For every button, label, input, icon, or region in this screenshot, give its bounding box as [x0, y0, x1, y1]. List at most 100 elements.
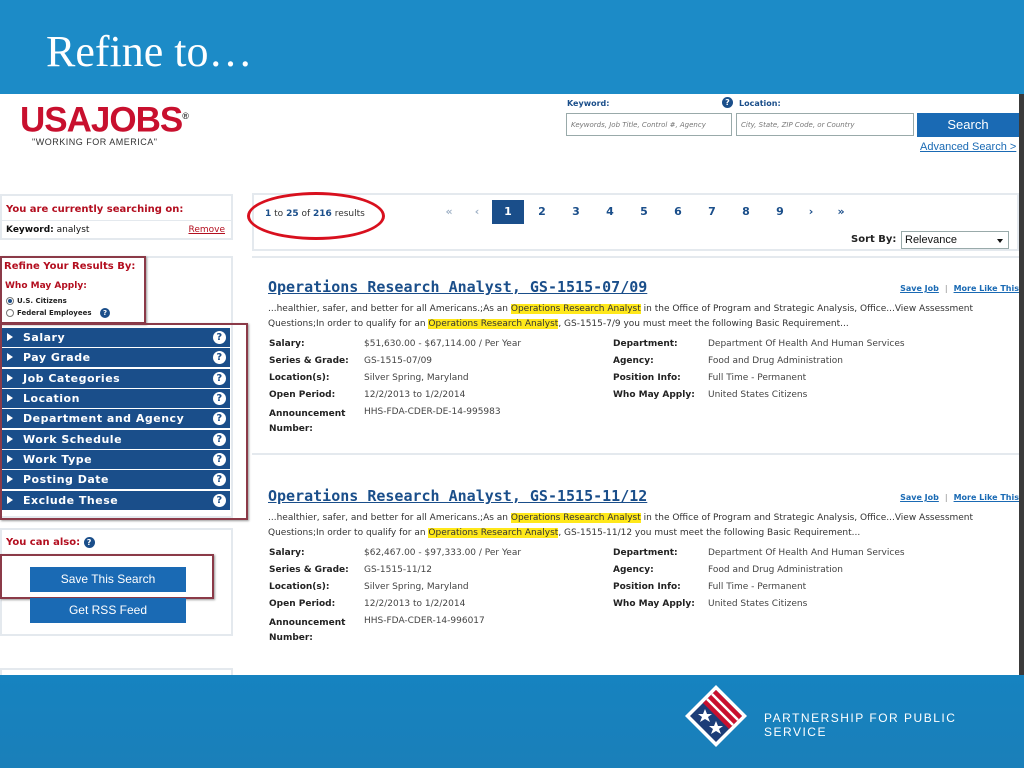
- job-title-link[interactable]: Operations Research Analyst, GS-1515-11/…: [268, 487, 647, 505]
- series-value: GS-1515-11/12: [364, 565, 433, 575]
- who-may-apply-heading: Who May Apply:: [5, 281, 87, 291]
- who-may-apply-options: U.S. Citizens Federal Employees ?: [6, 295, 110, 319]
- who-may-apply-value: United States Citizens: [708, 390, 808, 400]
- radio-icon[interactable]: [6, 309, 14, 317]
- announcement-label: Announcement Number:: [269, 409, 346, 434]
- expand-arrow-icon: [7, 435, 13, 443]
- page-6-button[interactable]: 6: [662, 200, 694, 224]
- facet-posting-date[interactable]: Posting Date?: [2, 470, 230, 489]
- sort-select[interactable]: Relevance: [901, 231, 1009, 249]
- agency-label: Agency:: [613, 565, 654, 575]
- location-label: Location:: [739, 99, 781, 108]
- location-label: Location(s):: [269, 373, 330, 383]
- search-button[interactable]: Search: [917, 113, 1019, 137]
- sort-label: Sort By:: [851, 234, 897, 245]
- series-value: GS-1515-07/09: [364, 356, 433, 366]
- open-period-value: 12/2/2013 to 1/2/2014: [364, 599, 466, 609]
- remove-keyword-link[interactable]: Remove: [188, 225, 225, 235]
- save-job-link[interactable]: Save Job: [900, 284, 939, 293]
- last-page-button[interactable]: »: [825, 200, 857, 224]
- sidebar-next-panel: [0, 668, 233, 675]
- page-7-button[interactable]: 7: [696, 200, 728, 224]
- job-result-card: Operations Research Analyst, GS-1515-07/…: [252, 256, 1019, 452]
- expand-arrow-icon: [7, 496, 13, 504]
- agency-value: Food and Drug Administration: [708, 356, 843, 366]
- page-1-button[interactable]: 1: [492, 200, 524, 224]
- series-label: Series & Grade:: [269, 356, 349, 366]
- save-job-link[interactable]: Save Job: [900, 493, 939, 502]
- open-period-label: Open Period:: [269, 599, 336, 609]
- help-icon[interactable]: ?: [213, 372, 226, 385]
- agency-value: Food and Drug Administration: [708, 565, 843, 575]
- help-icon[interactable]: ?: [213, 351, 226, 364]
- help-icon[interactable]: ?: [213, 392, 226, 405]
- announcement-label: Announcement Number:: [269, 618, 346, 643]
- facet-salary[interactable]: Salary?: [2, 328, 230, 347]
- page-9-button[interactable]: 9: [764, 200, 796, 224]
- keyword-input[interactable]: Keywords, Job Title, Control #, Agency: [566, 113, 732, 136]
- facet-department-agency[interactable]: Department and Agency?: [2, 409, 230, 428]
- next-page-button[interactable]: ›: [795, 200, 827, 224]
- prev-page-button[interactable]: ‹: [461, 200, 493, 224]
- current-keyword: Keyword: analyst: [6, 225, 90, 235]
- advanced-search-link[interactable]: Advanced Search >: [920, 141, 1016, 153]
- help-icon[interactable]: ?: [213, 473, 226, 486]
- job-result-card: Operations Research Analyst, GS-1515-11/…: [252, 453, 1019, 663]
- salary-value: $62,467.00 - $97,333.00 / Per Year: [364, 548, 522, 558]
- help-icon[interactable]: ?: [213, 494, 226, 507]
- expand-arrow-icon: [7, 414, 13, 422]
- facet-location[interactable]: Location?: [2, 389, 230, 408]
- position-info-label: Position Info:: [613, 373, 681, 383]
- pps-star-logo: [685, 685, 747, 747]
- expand-arrow-icon: [7, 374, 13, 382]
- help-icon[interactable]: ?: [213, 331, 226, 344]
- salary-label: Salary:: [269, 339, 305, 349]
- announcement-value: HHS-FDA-CDER-DE-14-995983: [364, 407, 501, 417]
- department-value: Department Of Health And Human Services: [708, 548, 905, 558]
- page-2-button[interactable]: 2: [526, 200, 558, 224]
- logo-wordmark: USAJOBS: [20, 100, 183, 140]
- expand-arrow-icon: [7, 394, 13, 402]
- help-icon[interactable]: ?: [83, 537, 95, 548]
- facet-pay-grade[interactable]: Pay Grade?: [2, 348, 230, 367]
- job-snippet: ...healthier, safer, and better for all …: [268, 304, 974, 329]
- who-may-apply-label: Who May Apply:: [613, 599, 695, 609]
- who-may-apply-value: United States Citizens: [708, 599, 808, 609]
- more-like-this-link[interactable]: More Like This: [954, 284, 1019, 293]
- usajobs-logo[interactable]: USAJOBS® "WORKING FOR AMERICA": [20, 100, 189, 147]
- page-8-button[interactable]: 8: [730, 200, 762, 224]
- department-value: Department Of Health And Human Services: [708, 339, 905, 349]
- option-us-citizens[interactable]: U.S. Citizens: [6, 295, 110, 307]
- slide-title: Refine to…: [46, 27, 253, 76]
- job-title-link[interactable]: Operations Research Analyst, GS-1515-07/…: [268, 278, 647, 296]
- option-federal-employees[interactable]: Federal Employees ?: [6, 307, 110, 319]
- dropdown-caret-icon: [997, 239, 1003, 243]
- facet-work-type[interactable]: Work Type?: [2, 450, 230, 469]
- help-icon[interactable]: ?: [99, 308, 110, 318]
- save-search-button[interactable]: Save This Search: [30, 567, 186, 592]
- facet-work-schedule[interactable]: Work Schedule?: [2, 430, 230, 449]
- help-icon[interactable]: ?: [213, 412, 226, 425]
- location-value: Silver Spring, Maryland: [364, 373, 469, 383]
- screenshot-edge: [1019, 94, 1024, 675]
- help-icon[interactable]: ?: [213, 453, 226, 466]
- rss-feed-button[interactable]: Get RSS Feed: [30, 598, 186, 623]
- facet-exclude-these[interactable]: Exclude These?: [2, 491, 230, 510]
- page-5-button[interactable]: 5: [628, 200, 660, 224]
- more-like-this-link[interactable]: More Like This: [954, 493, 1019, 502]
- department-label: Department:: [613, 548, 678, 558]
- facet-job-categories[interactable]: Job Categories?: [2, 369, 230, 388]
- location-value: Silver Spring, Maryland: [364, 582, 469, 592]
- location-label: Location(s):: [269, 582, 330, 592]
- job-snippet: ...healthier, safer, and better for all …: [268, 513, 974, 538]
- refine-heading: Refine Your Results By:: [4, 261, 136, 272]
- help-icon[interactable]: ?: [722, 97, 733, 108]
- page-3-button[interactable]: 3: [560, 200, 592, 224]
- announcement-value: HHS-FDA-CDER-14-996017: [364, 616, 485, 626]
- page-4-button[interactable]: 4: [594, 200, 626, 224]
- location-input[interactable]: City, State, ZIP Code, or Country: [736, 113, 914, 136]
- open-period-value: 12/2/2013 to 1/2/2014: [364, 390, 466, 400]
- help-icon[interactable]: ?: [213, 433, 226, 446]
- radio-selected-icon[interactable]: [6, 297, 14, 305]
- you-can-also-heading: You can also: ?: [6, 537, 95, 548]
